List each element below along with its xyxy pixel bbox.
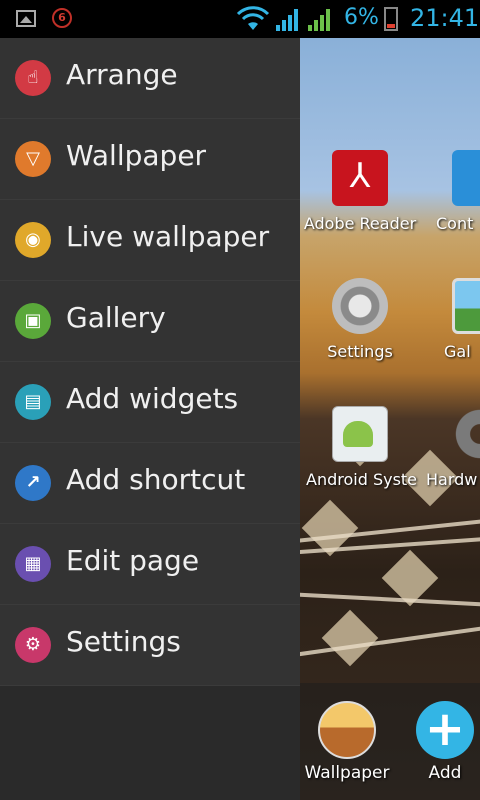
app-adobe-reader[interactable]: ⅄ Adobe Reader — [300, 150, 420, 233]
dock-wallpaper[interactable]: Wallpaper — [302, 701, 392, 783]
menu-item-settings[interactable]: ⚙ Settings — [0, 605, 300, 686]
menu-item-label: Edit page — [66, 544, 200, 577]
menu-item-edit-page[interactable]: ▦ Edit page — [0, 524, 300, 605]
wallpaper-rope — [300, 591, 480, 609]
menu-item-label: Live wallpaper — [66, 220, 270, 253]
hand-touch-icon: ☝ — [15, 60, 51, 96]
menu-item-label: Gallery — [66, 301, 166, 334]
settings-app-icon — [332, 278, 388, 334]
menu-item-add-shortcut[interactable]: ↗ Add shortcut — [0, 443, 300, 524]
gallery-app-icon — [452, 278, 480, 334]
widgets-icon: ▤ — [15, 384, 51, 420]
shortcut-icon: ↗ — [15, 465, 51, 501]
wifi-icon — [236, 6, 270, 30]
menu-item-gallery[interactable]: ▣ Gallery — [0, 281, 300, 362]
app-contacts[interactable]: Cont — [420, 150, 480, 233]
menu-item-label: Add shortcut — [66, 463, 246, 496]
adobe-reader-icon: ⅄ — [332, 150, 388, 206]
gallery-icon: ▣ — [15, 303, 51, 339]
menu-item-add-widgets[interactable]: ▤ Add widgets — [0, 362, 300, 443]
signal-2-icon — [308, 9, 330, 31]
app-gallery[interactable]: Gal — [420, 278, 480, 361]
signal-1-icon — [276, 9, 298, 31]
wallpaper-pattern — [321, 609, 379, 667]
menu-item-arrange[interactable]: ☝ Arrange — [0, 38, 300, 119]
menu-item-label: Settings — [66, 625, 181, 658]
notification-count-badge: 6 — [52, 8, 72, 28]
home-screen-preview: ⅄ Adobe Reader Cont Settings Gal Android… — [300, 38, 480, 800]
add-dock-icon: + — [416, 701, 474, 759]
dock-add[interactable]: + Add — [400, 701, 480, 783]
hardware-icon — [452, 406, 480, 462]
menu-item-wallpaper[interactable]: ▽ Wallpaper — [0, 119, 300, 200]
image-notification-icon — [16, 10, 36, 27]
launcher-menu: ☝ Arrange ▽ Wallpaper ◉ Live wallpaper ▣… — [0, 38, 300, 800]
menu-list: ☝ Arrange ▽ Wallpaper ◉ Live wallpaper ▣… — [0, 38, 300, 686]
app-android-system[interactable]: Android Syste — [300, 406, 420, 489]
menu-item-live-wallpaper[interactable]: ◉ Live wallpaper — [0, 200, 300, 281]
menu-item-label: Add widgets — [66, 382, 239, 415]
status-bar: 6 6% 21:41 — [0, 0, 480, 38]
android-system-icon — [332, 406, 388, 462]
edit-page-icon: ▦ — [15, 546, 51, 582]
settings-icon: ⚙ — [15, 627, 51, 663]
app-hardware[interactable]: Hardw — [420, 406, 480, 489]
contacts-icon — [452, 150, 480, 206]
menu-item-label: Arrange — [66, 58, 178, 91]
battery-percent: 6% — [344, 5, 379, 30]
battery-icon — [384, 7, 398, 31]
wallpaper-dock-icon — [318, 701, 376, 759]
app-settings[interactable]: Settings — [300, 278, 420, 361]
dock: Wallpaper + Add — [300, 683, 480, 800]
wallpaper-icon: ▽ — [15, 141, 51, 177]
menu-item-label: Wallpaper — [66, 139, 207, 172]
live-wallpaper-icon: ◉ — [15, 222, 51, 258]
clock: 21:41 — [410, 4, 480, 32]
